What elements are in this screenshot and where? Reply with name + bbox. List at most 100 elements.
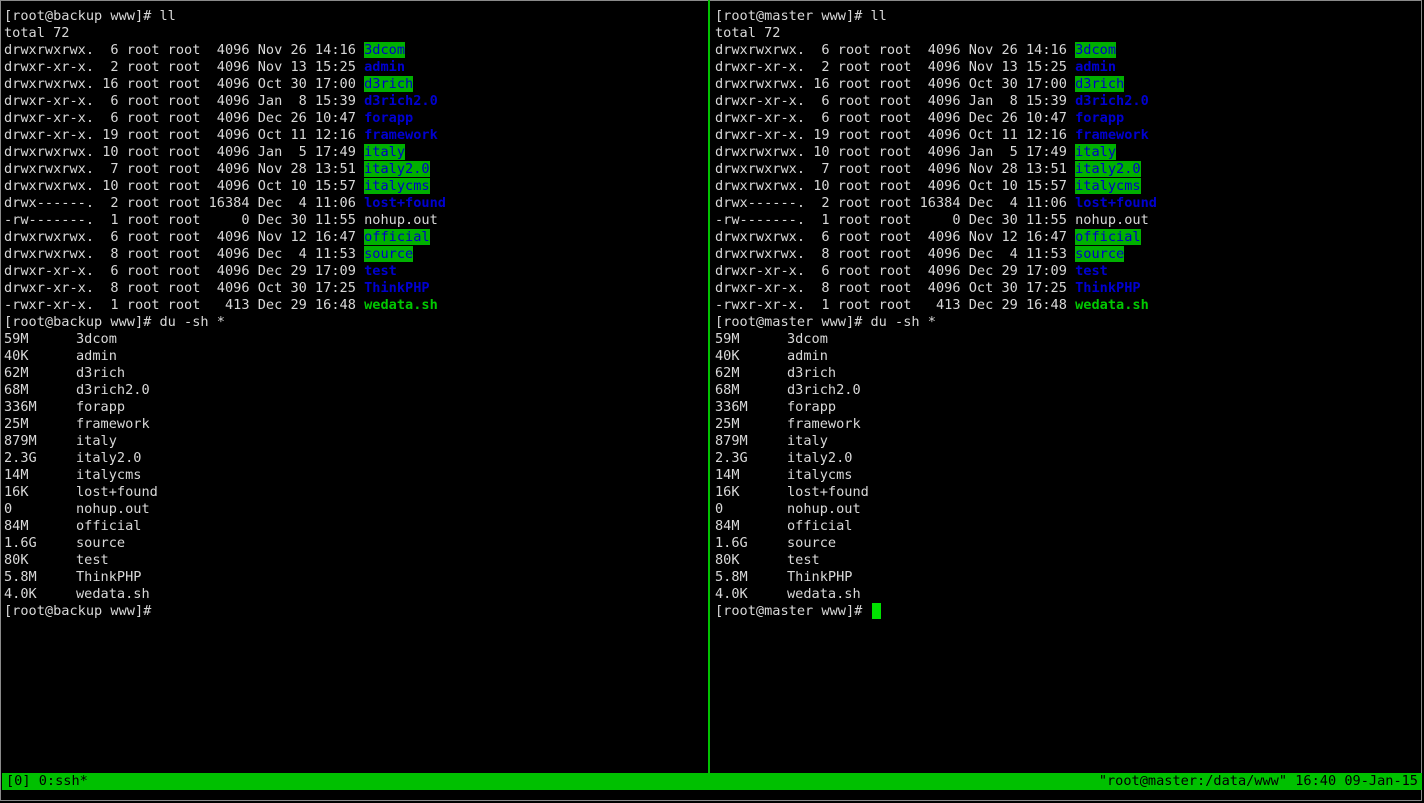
ls-row-name[interactable]: forapp: [364, 110, 413, 126]
ls-row-name[interactable]: wedata.sh: [364, 297, 438, 313]
ls-row: drwxr-xr-x. 2 root root 4096 Nov 13 15:2…: [715, 59, 1421, 76]
ls-row-name[interactable]: lost+found: [1075, 195, 1157, 211]
command-line: [root@backup www]# ll: [4, 8, 176, 24]
ls-row-name[interactable]: d3rich: [364, 76, 414, 92]
du-row: 14M italycms: [715, 467, 1421, 484]
ls-row-name[interactable]: test: [1075, 263, 1108, 279]
ls-row-meta: drwxr-xr-x. 6 root root 4096 Dec 26 10:4…: [4, 110, 365, 126]
ls-row-name[interactable]: framework: [364, 127, 438, 143]
du-row-name: forapp: [76, 399, 126, 415]
ls-row: -rw-------. 1 root root 0 Dec 30 11:55 n…: [4, 212, 706, 229]
du-row-size: 14M: [4, 467, 29, 483]
ls-row-name[interactable]: ThinkPHP: [1075, 280, 1140, 296]
du-row: 1.6G source: [4, 535, 706, 552]
ls-row-name[interactable]: italy2.0: [1075, 161, 1141, 177]
ls-row-meta: drwxrwxrwx. 10 root root 4096 Jan 5 17:4…: [4, 144, 365, 160]
ls-row: drwxr-xr-x. 6 root root 4096 Dec 26 10:4…: [715, 110, 1421, 127]
ls-row-meta: drwxrwxrwx. 10 root root 4096 Jan 5 17:4…: [715, 144, 1076, 160]
du-row-name: italy2.0: [787, 450, 853, 466]
ls-row: drwxrwxrwx. 7 root root 4096 Nov 28 13:5…: [715, 161, 1421, 178]
ls-row-name[interactable]: official: [1075, 229, 1141, 245]
ls-row-name[interactable]: italy: [364, 144, 406, 160]
du-row-name: test: [787, 552, 820, 568]
ls-row-name[interactable]: lost+found: [364, 195, 446, 211]
ls-row-name[interactable]: framework: [1075, 127, 1149, 143]
ls-row-meta: drwxr-xr-x. 2 root root 4096 Nov 13 15:2…: [4, 59, 365, 75]
du-row-name: ThinkPHP: [787, 569, 853, 585]
ls-row-name[interactable]: official: [364, 229, 430, 245]
du-row-size: 80K: [4, 552, 29, 568]
ls-row-name[interactable]: forapp: [1075, 110, 1124, 126]
ls-row-name[interactable]: italycms: [364, 178, 430, 194]
terminal-pane-master[interactable]: [root@master www]# ll total 72 drwxrwxrw…: [715, 8, 1421, 772]
du-row: 336M forapp: [715, 399, 1421, 416]
ls-row-name[interactable]: italycms: [1075, 178, 1141, 194]
du-row-size: 25M: [4, 416, 29, 432]
ls-output: drwxrwxrwx. 6 root root 4096 Nov 26 14:1…: [4, 42, 706, 314]
du-row-size: 0: [4, 501, 13, 517]
du-row-name: italycms: [76, 467, 142, 483]
du-row-size: 14M: [715, 467, 740, 483]
ls-row-meta: drwxr-xr-x. 6 root root 4096 Dec 29 17:0…: [4, 263, 365, 279]
ls-row: drwxr-xr-x. 6 root root 4096 Jan 8 15:39…: [715, 93, 1421, 110]
ls-row-name[interactable]: admin: [1075, 59, 1116, 75]
ls-row: drwxrwxrwx. 16 root root 4096 Oct 30 17:…: [715, 76, 1421, 93]
tmux-status-bar: [0] 0:ssh* "root@master:/data/www" 16:40…: [2, 773, 1422, 790]
ls-row-meta: drwxrwxrwx. 16 root root 4096 Oct 30 17:…: [715, 76, 1076, 92]
shell-prompt[interactable]: [root@backup www]#: [4, 603, 706, 620]
du-row-size: 59M: [4, 331, 29, 347]
ls-row-name[interactable]: d3rich: [1075, 76, 1125, 92]
ls-row-meta: drwx------. 2 root root 16384 Dec 4 11:0…: [715, 195, 1076, 211]
ls-row: -rwxr-xr-x. 1 root root 413 Dec 29 16:48…: [715, 297, 1421, 314]
du-row-size: 16K: [715, 484, 740, 500]
du-row-name: italy: [787, 433, 828, 449]
ls-row-name[interactable]: 3dcom: [364, 42, 406, 58]
ls-row-name[interactable]: test: [364, 263, 397, 279]
du-row-name: source: [76, 535, 126, 551]
du-row-name: test: [76, 552, 109, 568]
du-row-name: 3dcom: [76, 331, 117, 347]
du-row: 80K test: [4, 552, 706, 569]
ls-row-name[interactable]: d3rich2.0: [364, 93, 438, 109]
ls-row-name[interactable]: d3rich2.0: [1075, 93, 1149, 109]
du-row-size: 59M: [715, 331, 740, 347]
du-row-name: official: [787, 518, 853, 534]
ls-row: drwxr-xr-x. 6 root root 4096 Dec 29 17:0…: [715, 263, 1421, 280]
ls-row: drwxr-xr-x. 6 root root 4096 Dec 29 17:0…: [4, 263, 706, 280]
ls-row: drwxr-xr-x. 2 root root 4096 Nov 13 15:2…: [4, 59, 706, 76]
du-row: 68M d3rich2.0: [4, 382, 706, 399]
ls-row-name[interactable]: source: [364, 246, 414, 262]
du-row-name: 3dcom: [787, 331, 828, 347]
ls-row: drwxr-xr-x. 6 root root 4096 Jan 8 15:39…: [4, 93, 706, 110]
du-row-name: wedata.sh: [76, 586, 150, 602]
ls-row-name[interactable]: wedata.sh: [1075, 297, 1149, 313]
ls-row-name[interactable]: nohup.out: [1075, 212, 1149, 228]
ls-row-name[interactable]: admin: [364, 59, 405, 75]
ls-row-name[interactable]: nohup.out: [364, 212, 438, 228]
ls-row-name[interactable]: source: [1075, 246, 1125, 262]
window-list[interactable]: [0] 0:ssh*: [6, 773, 88, 790]
du-row-size: 4.0K: [715, 586, 748, 602]
ls-row-meta: drwxrwxrwx. 6 root root 4096 Nov 12 16:4…: [715, 229, 1076, 245]
ls-row-name[interactable]: ThinkPHP: [364, 280, 429, 296]
ls-row-meta: -rw-------. 1 root root 0 Dec 30 11:55: [4, 212, 365, 228]
shell-prompt[interactable]: [root@master www]#: [715, 603, 1421, 620]
ls-row-name[interactable]: italy: [1075, 144, 1117, 160]
du-row-name: d3rich2.0: [787, 382, 861, 398]
terminal-pane-backup[interactable]: [root@backup www]# ll total 72 drwxrwxrw…: [4, 8, 706, 772]
du-row-size: 5.8M: [4, 569, 37, 585]
du-row-name: nohup.out: [76, 501, 150, 517]
ls-row-meta: drwxr-xr-x. 19 root root 4096 Oct 11 12:…: [4, 127, 365, 143]
ls-row-meta: -rwxr-xr-x. 1 root root 413 Dec 29 16:48: [4, 297, 365, 313]
ls-row-name[interactable]: 3dcom: [1075, 42, 1117, 58]
command-line: [root@backup www]# du -sh *: [4, 314, 225, 330]
ls-row: drwxrwxrwx. 10 root root 4096 Jan 5 17:4…: [715, 144, 1421, 161]
du-row-size: 25M: [715, 416, 740, 432]
du-row: 84M official: [4, 518, 706, 535]
pane-divider[interactable]: [708, 0, 710, 773]
ls-row-meta: drwxrwxrwx. 6 root root 4096 Nov 12 16:4…: [4, 229, 365, 245]
du-row: 879M italy: [715, 433, 1421, 450]
ls-row-meta: drwxr-xr-x. 6 root root 4096 Jan 8 15:39: [4, 93, 365, 109]
du-row-size: 68M: [4, 382, 29, 398]
ls-row-name[interactable]: italy2.0: [364, 161, 430, 177]
